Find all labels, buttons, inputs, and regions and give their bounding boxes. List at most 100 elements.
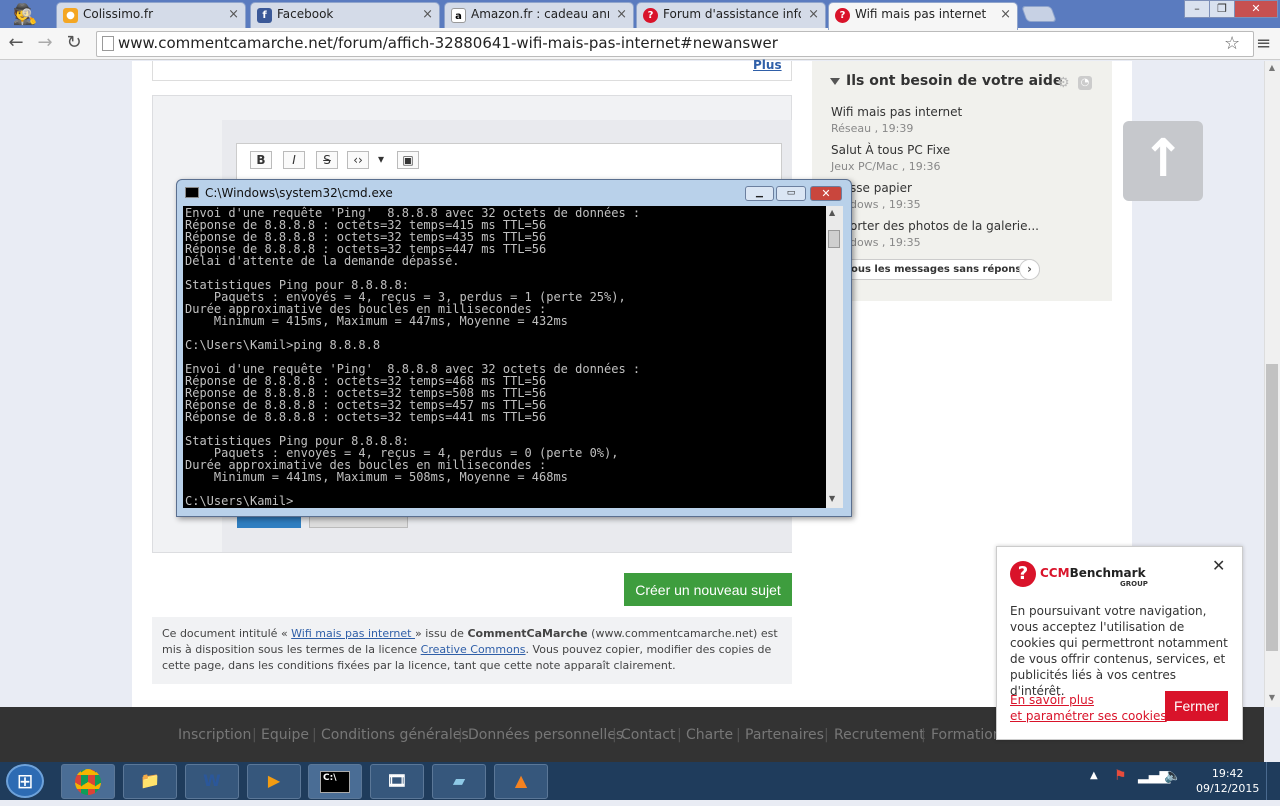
footer-link-charte[interactable]: Charte bbox=[686, 727, 733, 743]
clock-time: 19:42 bbox=[1211, 767, 1244, 780]
chrome-taskbar-icon[interactable] bbox=[61, 764, 115, 799]
volume-icon[interactable]: 🔈 bbox=[1164, 768, 1181, 784]
image-button[interactable]: ▣ bbox=[397, 151, 419, 169]
vlc-taskbar-icon[interactable]: ▲ bbox=[494, 764, 548, 799]
sidebar-item-meta: dows , 19:35 bbox=[850, 236, 921, 249]
close-window-button[interactable]: ✕ bbox=[1234, 0, 1278, 18]
learn-more-link[interactable]: En savoir plus bbox=[1010, 693, 1094, 707]
bookmark-star-icon[interactable]: ☆ bbox=[1224, 33, 1240, 54]
settings-icon[interactable]: ⚙ bbox=[1057, 75, 1070, 91]
close-tab-icon[interactable]: × bbox=[1000, 7, 1011, 22]
new-subject-button[interactable]: Créer un nouveau sujet bbox=[624, 573, 792, 606]
previous-message-card bbox=[152, 61, 792, 81]
close-icon[interactable]: ✕ bbox=[1212, 556, 1225, 575]
menu-icon[interactable]: ≡ bbox=[1256, 33, 1271, 54]
new-tab-button[interactable] bbox=[1021, 6, 1057, 22]
clock-date: 09/12/2015 bbox=[1196, 782, 1260, 795]
ccm-benchmark-logo: CCMBenchmark bbox=[1040, 566, 1146, 580]
strike-button[interactable]: S bbox=[316, 151, 338, 169]
plus-link[interactable]: Plus bbox=[753, 58, 782, 72]
scroll-up-arrow-icon[interactable]: ▲ bbox=[1266, 63, 1278, 75]
footer-separator: | bbox=[458, 727, 463, 743]
cmd-close-button[interactable]: ✕ bbox=[810, 186, 842, 201]
italic-button[interactable]: I bbox=[283, 151, 305, 169]
sidebar-item-title[interactable]: orter des photos de la galerie... bbox=[850, 219, 1039, 233]
cmd-scroll-up-icon[interactable]: ▲ bbox=[829, 208, 835, 217]
cmd-scroll-down-icon[interactable]: ▼ bbox=[829, 494, 835, 503]
tab-forum[interactable]: ? Forum d'assistance inform × bbox=[636, 2, 826, 29]
footer-link-conditions[interactable]: Conditions générales bbox=[321, 727, 469, 743]
scroll-down-arrow-icon[interactable]: ▼ bbox=[1266, 693, 1278, 705]
forward-button[interactable]: → bbox=[33, 32, 57, 53]
notice-text: » issu de bbox=[414, 627, 468, 640]
sidebar-item-title[interactable]: sse papier bbox=[850, 181, 912, 195]
footer-separator: | bbox=[612, 727, 617, 743]
dropdown-icon[interactable]: ▾ bbox=[372, 151, 390, 169]
show-desktop-button[interactable] bbox=[1266, 762, 1280, 800]
tray-expand-icon[interactable]: ▲ bbox=[1090, 770, 1098, 781]
cmd-minimize-button[interactable]: ▁ bbox=[745, 186, 774, 201]
footer-link-inscription[interactable]: Inscription bbox=[178, 727, 251, 743]
tab-facebook[interactable]: f Facebook × bbox=[250, 2, 440, 29]
collapse-icon[interactable] bbox=[830, 78, 840, 85]
close-tab-icon[interactable]: × bbox=[228, 7, 239, 22]
footer-link-recrutement[interactable]: Recrutement bbox=[834, 727, 925, 743]
footer-separator: | bbox=[921, 727, 926, 743]
all-unanswered-label: ous les messages sans réponse bbox=[851, 264, 1029, 275]
action-center-icon[interactable]: ⚑ bbox=[1114, 768, 1127, 784]
license-notice: Ce document intitulé « Wifi mais pas int… bbox=[152, 617, 792, 684]
close-tab-icon[interactable]: × bbox=[616, 7, 627, 22]
cmd-scroll-thumb[interactable] bbox=[828, 230, 840, 248]
footer-link-partenaires[interactable]: Partenaires bbox=[745, 727, 824, 743]
code-button[interactable]: ‹› bbox=[347, 151, 369, 169]
bold-button[interactable]: B bbox=[250, 151, 272, 169]
cmd-maximize-button[interactable]: ▭ bbox=[776, 186, 806, 201]
cmd-scrollbar[interactable]: ▲ ▼ bbox=[826, 206, 843, 508]
tab-colissimo[interactable]: ● Colissimo.fr × bbox=[56, 2, 246, 29]
footer-link-equipe[interactable]: Equipe bbox=[261, 727, 309, 743]
rss-icon[interactable]: ◔ bbox=[1078, 76, 1092, 90]
footer-separator: | bbox=[252, 727, 257, 743]
all-unanswered-button[interactable]: ous les messages sans réponse › bbox=[838, 259, 1040, 280]
sidebar-item-meta: dows , 19:35 bbox=[850, 198, 921, 211]
notepad-taskbar-icon[interactable]: ▰ bbox=[432, 764, 486, 799]
sidebar-item-title[interactable]: Salut À tous PC Fixe bbox=[831, 143, 950, 157]
maximize-window-button[interactable]: ❐ bbox=[1209, 0, 1235, 18]
cmd-taskbar-icon[interactable]: C:\ bbox=[308, 764, 362, 799]
cmd-icon bbox=[185, 187, 199, 198]
tab-wifi-active[interactable]: ? Wifi mais pas internet × bbox=[828, 2, 1018, 30]
page-scrollbar-thumb[interactable] bbox=[1266, 364, 1278, 651]
close-tab-icon[interactable]: × bbox=[808, 7, 819, 22]
minimize-window-button[interactable]: – bbox=[1184, 0, 1210, 18]
media-player-taskbar-icon[interactable]: ▶ bbox=[247, 764, 301, 799]
movie-maker-taskbar-icon[interactable]: 🎞 bbox=[370, 764, 424, 799]
scroll-to-top-button[interactable]: ↑ bbox=[1123, 121, 1203, 201]
reload-button[interactable]: ↻ bbox=[62, 32, 86, 53]
cookie-text: En poursuivant votre navigation, vous ac… bbox=[1010, 604, 1228, 698]
tab-amazon[interactable]: a Amazon.fr : cadeau annive × bbox=[444, 2, 634, 29]
back-button[interactable]: ← bbox=[4, 32, 28, 53]
footer-link-contact[interactable]: Contact bbox=[621, 727, 675, 743]
footer-link-donnees[interactable]: Données personnelles bbox=[468, 727, 623, 743]
start-button[interactable]: ⊞ bbox=[6, 764, 44, 798]
cmd-line: Réponse de 8.8.8.8 : octets=32 temps=441… bbox=[185, 410, 547, 424]
colissimo-icon: ● bbox=[63, 8, 78, 23]
notice-text: Ce document intitulé « bbox=[162, 627, 292, 640]
cmd-line: Minimum = 441ms, Maximum = 508ms, Moyenn… bbox=[185, 470, 568, 484]
cookie-settings-link[interactable]: et paramétrer ses cookies bbox=[1010, 709, 1167, 723]
amazon-icon: a bbox=[451, 8, 466, 23]
explorer-taskbar-icon[interactable]: 📁 bbox=[123, 764, 177, 799]
close-tab-icon[interactable]: × bbox=[422, 7, 433, 22]
close-cookie-button[interactable]: Fermer bbox=[1165, 691, 1228, 721]
taskbar-clock[interactable]: 19:42 09/12/2015 bbox=[1196, 766, 1259, 796]
sidebar-item-title[interactable]: Wifi mais pas internet bbox=[831, 105, 962, 119]
footer-link-formation[interactable]: Formation bbox=[931, 727, 1002, 743]
notice-title-link[interactable]: Wifi mais pas internet bbox=[291, 627, 415, 640]
word-taskbar-icon[interactable]: W bbox=[185, 764, 239, 799]
footer-separator: | bbox=[312, 727, 317, 743]
url-text[interactable]: www.commentcamarche.net/forum/affich-328… bbox=[118, 34, 778, 52]
cmd-title: C:\Windows\system32\cmd.exe bbox=[205, 186, 393, 200]
footer-separator: | bbox=[824, 727, 829, 743]
logo-brand: CCM bbox=[1040, 566, 1070, 580]
creative-commons-link[interactable]: Creative Commons bbox=[421, 643, 526, 656]
